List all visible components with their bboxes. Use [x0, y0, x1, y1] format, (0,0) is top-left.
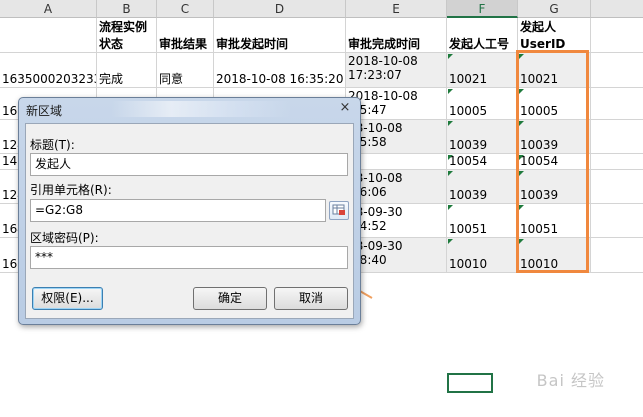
dialog-title: 新区域	[26, 104, 63, 118]
column-header-c[interactable]: C	[157, 0, 214, 18]
cell-userid[interactable]: 10051	[518, 204, 591, 238]
cell-employee-no[interactable]: 10054	[447, 154, 518, 170]
column-header-g[interactable]: G	[518, 0, 591, 18]
cancel-button[interactable]: 取消	[274, 287, 348, 310]
finish-time: :25:58	[348, 135, 387, 149]
password-label: 区域密码(P):	[30, 231, 99, 245]
title-input[interactable]: 发起人	[30, 153, 348, 176]
finish-date: 18-09-30	[348, 205, 403, 219]
empty-cell[interactable]	[591, 170, 643, 204]
finish-date: 18-10-08	[348, 121, 403, 135]
error-indicator-icon	[519, 239, 524, 244]
column-header-d[interactable]: D	[214, 0, 346, 18]
column-header-e[interactable]: E	[346, 0, 447, 18]
cell-finish-time[interactable]: 18-10-08:16:06	[346, 170, 447, 204]
watermark: Bai 经验	[536, 371, 605, 390]
error-indicator-icon	[519, 89, 524, 94]
cell-finish-time[interactable]: 18-10-08:25:58	[346, 120, 447, 154]
password-input[interactable]: ***	[30, 246, 348, 269]
cell-employee-no[interactable]: 10051	[447, 204, 518, 238]
column-header-a[interactable]: A	[0, 0, 97, 18]
cell-userid[interactable]: 10054	[518, 154, 591, 170]
error-indicator-icon	[448, 205, 453, 210]
cell-result[interactable]: 同意	[157, 53, 214, 88]
empty-cell[interactable]	[591, 120, 643, 154]
error-indicator-icon	[448, 155, 453, 160]
dialog-title-blur	[111, 101, 291, 117]
close-icon[interactable]: ×	[337, 101, 353, 115]
empty-cell[interactable]	[591, 53, 643, 88]
error-indicator-icon	[448, 121, 453, 126]
empty-cell[interactable]	[591, 154, 643, 170]
cell-status[interactable]: 完成	[97, 53, 157, 88]
cell-employee-no[interactable]: 10005	[447, 88, 518, 120]
cell-finish-time[interactable]	[346, 154, 447, 170]
column-header-blank	[591, 0, 643, 18]
cell-start-time[interactable]: 2018-10-08 16:35:20	[214, 53, 346, 88]
range-select-button[interactable]	[329, 201, 349, 220]
cell-employee-no[interactable]: 10039	[447, 170, 518, 204]
finish-date: 2018-10-08	[348, 89, 418, 103]
finish-time: :45:47	[348, 103, 387, 117]
column-header-b[interactable]: B	[97, 0, 157, 18]
empty-cell[interactable]	[591, 88, 643, 120]
cell-finish-time[interactable]: 18-09-30:54:52	[346, 204, 447, 238]
cell-employee-no[interactable]: 10039	[447, 120, 518, 154]
finish-time: :16:06	[348, 185, 387, 199]
finish-date: 18-10-08	[348, 171, 403, 185]
finish-time: :54:52	[348, 219, 387, 233]
empty-cell[interactable]	[591, 18, 643, 53]
header-cell-employee-no[interactable]: 发起人工号	[447, 18, 518, 53]
ref-cells-label: 引用单元格(R):	[30, 183, 112, 197]
error-indicator-icon	[448, 239, 453, 244]
permissions-button[interactable]: 权限(E)...	[32, 287, 103, 310]
empty-cell[interactable]	[591, 238, 643, 273]
error-indicator-icon	[448, 54, 453, 59]
dialog-body: 标题(T): 发起人 引用单元格(R): =G2:G8 区域密码(P): ***…	[25, 123, 354, 319]
column-header-f[interactable]: F	[447, 0, 518, 18]
new-range-dialog: 新区域 × 标题(T): 发起人 引用单元格(R): =G2:G8 区域密码(P…	[18, 97, 361, 325]
header-cell-status[interactable]: 流程实例状态	[97, 18, 157, 53]
header-cell-a[interactable]	[0, 18, 97, 53]
range-select-icon	[332, 204, 345, 215]
header-cell-result[interactable]: 审批结果	[157, 18, 214, 53]
header-cell-start-time[interactable]: 审批发起时间	[214, 18, 346, 53]
selected-cell[interactable]	[447, 373, 493, 393]
cell-userid[interactable]: 10010	[518, 238, 591, 273]
header-cell-finish-time[interactable]: 审批完成时间	[346, 18, 447, 53]
finish-date: 2018-10-08	[348, 54, 418, 68]
cell-instance-id[interactable]: 1635000203233	[0, 53, 97, 88]
error-indicator-icon	[519, 171, 524, 176]
cell-userid[interactable]: 10005	[518, 88, 591, 120]
title-label: 标题(T):	[30, 138, 75, 152]
error-indicator-icon	[448, 171, 453, 176]
cell-employee-no[interactable]: 10010	[447, 238, 518, 273]
error-indicator-icon	[519, 205, 524, 210]
error-indicator-icon	[519, 155, 524, 160]
finish-time: 17:23:07	[348, 68, 402, 82]
header-cell-userid[interactable]: 发起人UserID	[518, 18, 591, 53]
empty-cell[interactable]	[591, 204, 643, 238]
cell-finish-time[interactable]: 2018-10-08 17:23:07	[346, 53, 447, 88]
cell-userid[interactable]: 10039	[518, 120, 591, 154]
cell-employee-no[interactable]: 10021	[447, 53, 518, 88]
cell-userid[interactable]: 10039	[518, 170, 591, 204]
error-indicator-icon	[519, 121, 524, 126]
ref-cells-input[interactable]: =G2:G8	[30, 199, 326, 222]
error-indicator-icon	[519, 54, 524, 59]
cell-userid[interactable]: 10021	[518, 53, 591, 88]
error-indicator-icon	[448, 89, 453, 94]
cell-finish-time[interactable]: 2018-10-08:45:47	[346, 88, 447, 120]
ok-button[interactable]: 确定	[193, 287, 267, 310]
